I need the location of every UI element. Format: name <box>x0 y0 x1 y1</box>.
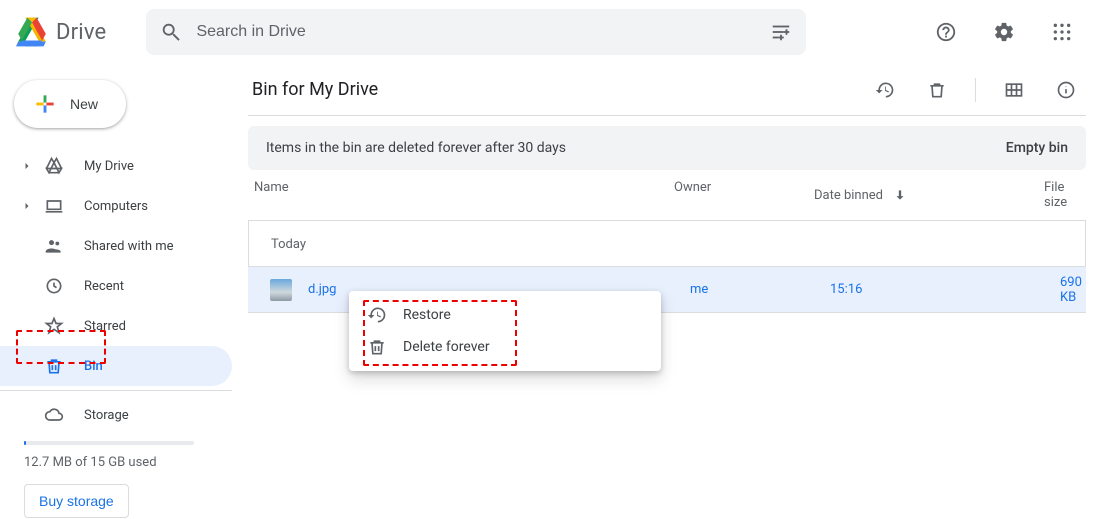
storage-bar <box>24 441 194 445</box>
drive-logo-icon <box>16 16 48 48</box>
app-name: Drive <box>56 20 106 45</box>
sidebar-item-label: Shared with me <box>84 239 174 254</box>
empty-bin-button[interactable]: Empty bin <box>1006 140 1068 156</box>
context-delete-label: Delete forever <box>403 339 490 355</box>
search-options-icon[interactable] <box>770 21 792 43</box>
sidebar-item-bin[interactable]: Bin <box>0 346 232 386</box>
col-binned[interactable]: Date binned <box>814 180 1044 210</box>
divider <box>975 78 976 102</box>
context-delete-forever[interactable]: Delete forever <box>349 331 661 363</box>
recent-icon <box>44 276 64 296</box>
new-button[interactable]: New <box>14 80 126 128</box>
buy-storage-button[interactable]: Buy storage <box>24 484 129 518</box>
context-restore-label: Restore <box>403 307 451 323</box>
col-name[interactable]: Name <box>254 180 674 210</box>
sidebar-item-label: My Drive <box>84 159 134 174</box>
search-input[interactable] <box>194 22 758 42</box>
search-bar[interactable] <box>146 9 806 55</box>
col-owner[interactable]: Owner <box>674 180 814 210</box>
divider <box>0 390 232 391</box>
delete-header-button[interactable] <box>917 70 957 110</box>
context-restore[interactable]: Restore <box>349 299 661 331</box>
app-header: Drive <box>0 0 1098 64</box>
header-actions <box>926 12 1082 52</box>
sidebar-item-label: Recent <box>84 279 124 294</box>
banner-text: Items in the bin are deleted forever aft… <box>266 140 566 156</box>
storage-section: 12.7 MB of 15 GB used Buy storage <box>0 441 248 518</box>
main-header: Bin for My Drive <box>248 64 1086 116</box>
storage-text: 12.7 MB of 15 GB used <box>24 455 234 470</box>
info-banner: Items in the bin are deleted forever aft… <box>248 126 1086 170</box>
search-icon <box>160 21 182 43</box>
expand-icon[interactable] <box>24 162 30 170</box>
restore-icon <box>367 305 387 325</box>
sidebar-item-storage[interactable]: Storage <box>0 395 232 435</box>
restore-header-button[interactable] <box>865 70 905 110</box>
sidebar-item-shared[interactable]: Shared with me <box>0 226 232 266</box>
group-header: Today <box>248 221 1086 267</box>
sidebar-item-label: Starred <box>84 319 126 334</box>
support-button[interactable] <box>926 12 966 52</box>
sidebar-item-recent[interactable]: Recent <box>0 266 232 306</box>
column-headers: Name Owner Date binned File size <box>248 180 1086 221</box>
star-icon <box>44 316 64 336</box>
trash-icon <box>367 337 387 357</box>
file-name: d.jpg <box>308 282 336 297</box>
sort-desc-icon <box>893 188 907 202</box>
sidebar-item-label: Storage <box>84 408 129 423</box>
shared-icon <box>44 236 64 256</box>
sidebar-item-starred[interactable]: Starred <box>0 306 232 346</box>
plus-icon <box>32 91 58 117</box>
details-button[interactable] <box>1046 70 1086 110</box>
page-title: Bin for My Drive <box>248 79 378 100</box>
col-size[interactable]: File size <box>1044 180 1084 210</box>
file-owner: me <box>690 282 830 297</box>
file-binned-time: 15:16 <box>830 282 1060 297</box>
file-size: 690 KB <box>1060 275 1086 305</box>
sidebar-item-label: Computers <box>84 199 148 214</box>
nav: My Drive Computers Shared with me <box>0 142 248 435</box>
sidebar: New My Drive Computers <box>0 64 248 519</box>
app-logo[interactable]: Drive <box>16 16 106 48</box>
sidebar-item-computers[interactable]: Computers <box>0 186 232 226</box>
new-button-label: New <box>70 96 98 112</box>
expand-icon[interactable] <box>24 202 30 210</box>
view-toggle-button[interactable] <box>994 70 1034 110</box>
sidebar-item-label: Bin <box>84 359 103 374</box>
apps-button[interactable] <box>1042 12 1082 52</box>
file-thumbnail-icon <box>270 279 292 301</box>
cloud-icon <box>44 405 64 425</box>
sidebar-item-my-drive[interactable]: My Drive <box>0 146 232 186</box>
settings-button[interactable] <box>984 12 1024 52</box>
computers-icon <box>44 196 64 216</box>
context-menu: Restore Delete forever <box>349 291 661 371</box>
my-drive-icon <box>44 156 64 176</box>
bin-icon <box>44 356 64 376</box>
